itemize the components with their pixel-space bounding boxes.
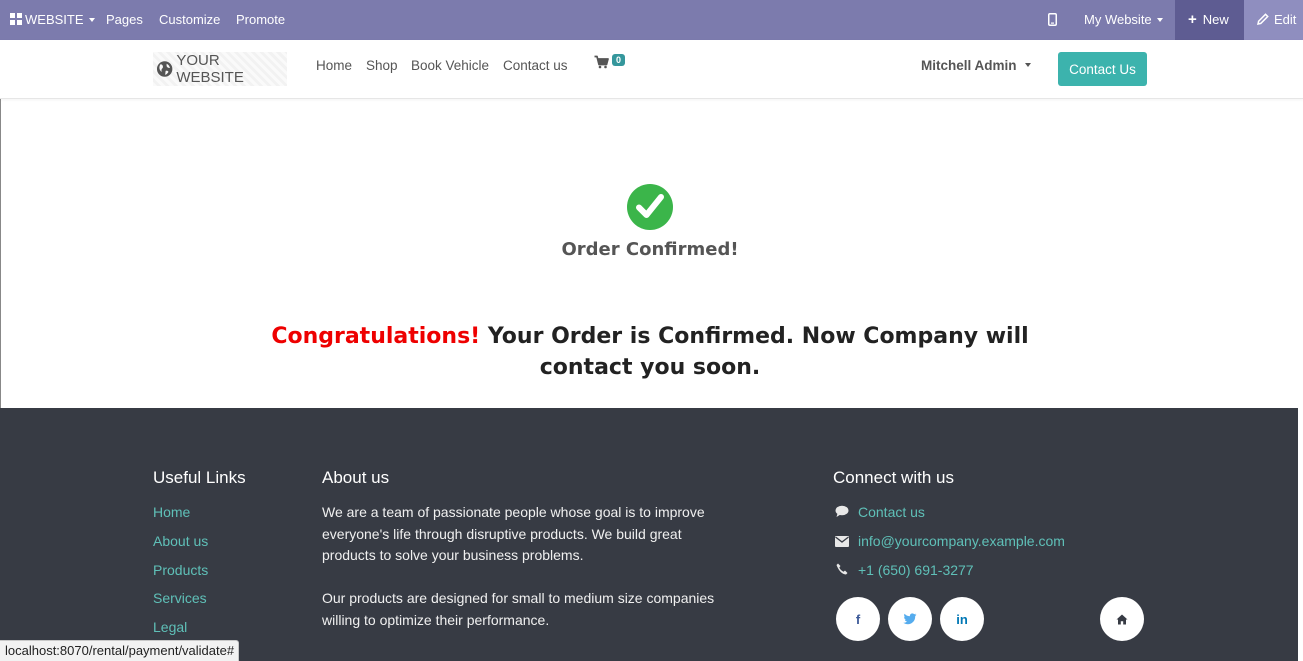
footer-contact-link[interactable]: Contact us	[858, 504, 925, 520]
edit-label: Edit	[1274, 12, 1297, 27]
order-confirmation-section: Order Confirmed! Congratulations! Your O…	[0, 99, 1298, 408]
linkedin-icon[interactable]: in	[940, 597, 984, 641]
my-website-label: My Website	[1084, 12, 1152, 27]
useful-links-heading: Useful Links	[153, 468, 246, 487]
website-menu[interactable]: WEBSITE	[10, 0, 95, 40]
footer-phone-link[interactable]: +1 (650) 691-3277	[858, 562, 974, 578]
about-paragraph-1: We are a team of passionate people whose…	[322, 504, 705, 563]
nav-contact-us[interactable]: Contact us	[503, 40, 568, 99]
check-circle-icon	[627, 184, 673, 230]
footer-link-services[interactable]: Services	[153, 590, 207, 606]
footer-link-products[interactable]: Products	[153, 562, 208, 578]
confirmation-text: Your Order is Confirmed. Now Company wil…	[480, 324, 1029, 380]
twitter-icon[interactable]	[888, 597, 932, 641]
cart-count-badge: 0	[612, 54, 626, 66]
footer-link-home[interactable]: Home	[153, 504, 190, 520]
footer-link-about-us[interactable]: About us	[153, 533, 208, 549]
chat-bubble-icon	[834, 505, 850, 521]
pages-menu[interactable]: Pages	[106, 0, 143, 40]
about-paragraph-2: Our products are designed for small to m…	[322, 590, 715, 628]
new-label: New	[1202, 12, 1229, 27]
site-header: YOUR WEBSITE Home Shop Book Vehicle Cont…	[0, 40, 1303, 99]
confirmation-message: Congratulations! Your Order is Confirmed…	[239, 321, 1061, 383]
user-name: Mitchell Admin	[921, 58, 1017, 73]
chevron-down-icon	[88, 17, 95, 22]
pencil-icon	[1257, 13, 1269, 26]
contact-us-button[interactable]: Contact Us	[1058, 52, 1147, 86]
home-icon[interactable]	[1100, 597, 1144, 641]
edit-button[interactable]: Edit	[1244, 0, 1303, 40]
about-us-heading: About us	[322, 468, 390, 487]
logo-text: YOUR WEBSITE	[176, 52, 244, 86]
nav-home[interactable]: Home	[316, 40, 352, 99]
congratulations-highlight: Congratulations!	[271, 324, 481, 349]
footer-email-link[interactable]: info@yourcompany.example.com	[858, 533, 1065, 549]
my-website-menu[interactable]: My Website	[1084, 0, 1163, 40]
cart-link[interactable]	[594, 55, 609, 74]
admin-toolbar: WEBSITE Pages Customize Promote My Websi…	[0, 0, 1303, 40]
user-menu[interactable]: Mitchell Admin	[921, 40, 1031, 99]
plus-icon: +	[1188, 11, 1197, 28]
new-button[interactable]: + New	[1175, 0, 1244, 40]
globe-icon	[156, 61, 173, 77]
promote-menu[interactable]: Promote	[236, 0, 285, 40]
site-footer: Useful Links Home About us Products Serv…	[0, 408, 1298, 661]
mobile-phone-icon	[1048, 12, 1057, 26]
phone-icon	[834, 563, 850, 578]
chevron-down-icon	[1156, 17, 1163, 22]
website-menu-label: WEBSITE	[25, 12, 84, 27]
nav-shop[interactable]: Shop	[366, 40, 398, 99]
footer-link-legal[interactable]: Legal	[153, 619, 187, 635]
mobile-preview-button[interactable]	[1048, 0, 1057, 40]
connect-heading: Connect with us	[833, 468, 954, 487]
site-logo[interactable]: YOUR WEBSITE	[153, 52, 287, 86]
envelope-icon	[834, 535, 850, 550]
apps-grid-icon	[10, 13, 22, 26]
chevron-down-icon	[1024, 63, 1031, 68]
status-url-bar: localhost:8070/rental/payment/validate#	[0, 640, 240, 661]
nav-book-vehicle[interactable]: Book Vehicle	[411, 40, 489, 99]
facebook-icon[interactable]: f	[836, 597, 880, 641]
order-confirmed-title: Order Confirmed!	[561, 239, 739, 260]
shopping-cart-icon	[594, 55, 609, 69]
customize-menu[interactable]: Customize	[159, 0, 220, 40]
